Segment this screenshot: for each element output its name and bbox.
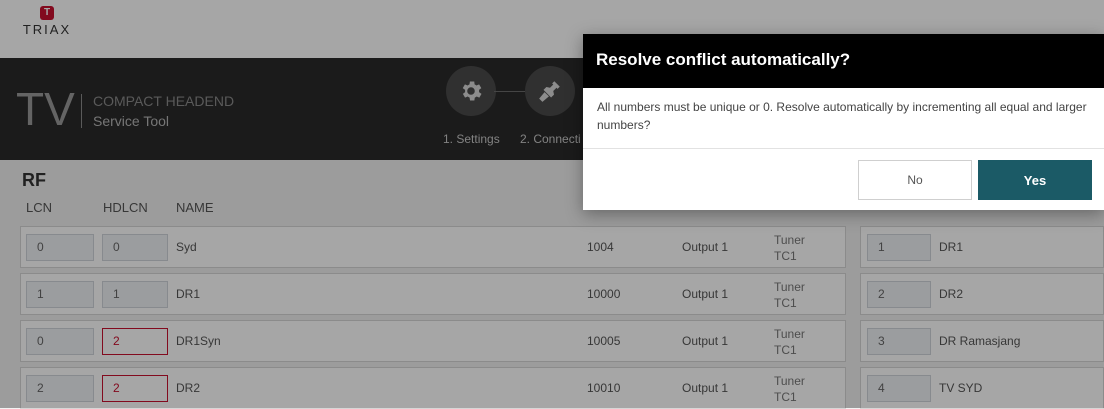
no-button[interactable]: No — [858, 160, 972, 200]
dialog-title: Resolve conflict automatically? — [596, 50, 851, 69]
yes-button[interactable]: Yes — [978, 160, 1092, 200]
dialog-header: Resolve conflict automatically? — [583, 34, 1104, 88]
dialog-divider — [583, 148, 1104, 149]
resolve-conflict-dialog: Resolve conflict automatically? All numb… — [583, 34, 1104, 210]
dialog-message: All numbers must be unique or 0. Resolve… — [597, 100, 1087, 132]
